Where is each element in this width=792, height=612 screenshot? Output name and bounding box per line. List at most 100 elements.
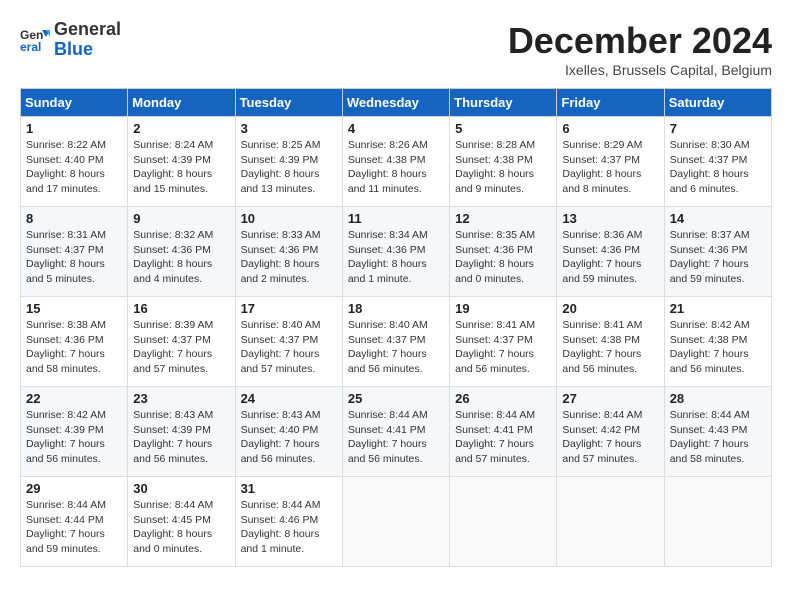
day-detail: Sunrise: 8:41 AMSunset: 4:38 PMDaylight:… [562, 318, 658, 377]
day-number: 9 [133, 211, 229, 226]
day-detail: Sunrise: 8:25 AMSunset: 4:39 PMDaylight:… [241, 138, 337, 197]
day-detail: Sunrise: 8:42 AMSunset: 4:38 PMDaylight:… [670, 318, 766, 377]
calendar-cell: 24 Sunrise: 8:43 AMSunset: 4:40 PMDayligh… [235, 387, 342, 477]
calendar-cell [342, 477, 449, 567]
day-number: 14 [670, 211, 766, 226]
day-detail: Sunrise: 8:26 AMSunset: 4:38 PMDaylight:… [348, 138, 444, 197]
day-detail: Sunrise: 8:31 AMSunset: 4:37 PMDaylight:… [26, 228, 122, 287]
day-number: 21 [670, 301, 766, 316]
calendar-cell: 5 Sunrise: 8:28 AMSunset: 4:38 PMDaylight… [450, 117, 557, 207]
day-number: 1 [26, 121, 122, 136]
calendar-cell: 23 Sunrise: 8:43 AMSunset: 4:39 PMDayligh… [128, 387, 235, 477]
calendar-cell [450, 477, 557, 567]
calendar-cell: 10 Sunrise: 8:33 AMSunset: 4:36 PMDayligh… [235, 207, 342, 297]
calendar-week-row: 22 Sunrise: 8:42 AMSunset: 4:39 PMDayligh… [21, 387, 772, 477]
calendar-week-row: 8 Sunrise: 8:31 AMSunset: 4:37 PMDaylight… [21, 207, 772, 297]
calendar-cell: 27Sunrise: 8:44 AMSunset: 4:42 PMDayligh… [557, 387, 664, 477]
calendar-cell: 26 Sunrise: 8:44 AMSunset: 4:41 PMDayligh… [450, 387, 557, 477]
calendar-cell: 1 Sunrise: 8:22 AMSunset: 4:40 PMDaylight… [21, 117, 128, 207]
day-detail: Sunrise: 8:43 AMSunset: 4:40 PMDaylight:… [241, 408, 337, 467]
calendar-cell: 30Sunrise: 8:44 AMSunset: 4:45 PMDayligh… [128, 477, 235, 567]
calendar-week-row: 1 Sunrise: 8:22 AMSunset: 4:40 PMDaylight… [21, 117, 772, 207]
day-number: 31 [241, 481, 337, 496]
calendar-cell: 8 Sunrise: 8:31 AMSunset: 4:37 PMDaylight… [21, 207, 128, 297]
day-detail: Sunrise: 8:43 AMSunset: 4:39 PMDaylight:… [133, 408, 229, 467]
day-of-week-header: Thursday [450, 89, 557, 117]
day-of-week-header: Saturday [664, 89, 771, 117]
day-detail: Sunrise: 8:38 AMSunset: 4:36 PMDaylight:… [26, 318, 122, 377]
calendar-cell: 31 Sunrise: 8:44 AMSunset: 4:46 PMDayligh… [235, 477, 342, 567]
logo-icon: Gen eral [20, 25, 50, 55]
calendar-cell: 9 Sunrise: 8:32 AMSunset: 4:36 PMDaylight… [128, 207, 235, 297]
day-detail: Sunrise: 8:44 AMSunset: 4:46 PMDaylight:… [241, 498, 337, 557]
day-number: 13 [562, 211, 658, 226]
day-detail: Sunrise: 8:44 AMSunset: 4:44 PMDaylight:… [26, 498, 122, 557]
calendar-cell: 22 Sunrise: 8:42 AMSunset: 4:39 PMDayligh… [21, 387, 128, 477]
day-detail: Sunrise: 8:22 AMSunset: 4:40 PMDaylight:… [26, 138, 122, 197]
day-detail: Sunrise: 8:37 AMSunset: 4:36 PMDaylight:… [670, 228, 766, 287]
day-number: 15 [26, 301, 122, 316]
calendar-header-row: SundayMondayTuesdayWednesdayThursdayFrid… [21, 89, 772, 117]
day-number: 6 [562, 121, 658, 136]
day-number: 22 [26, 391, 122, 406]
day-of-week-header: Friday [557, 89, 664, 117]
calendar-cell: 15 Sunrise: 8:38 AMSunset: 4:36 PMDayligh… [21, 297, 128, 387]
location: Ixelles, Brussels Capital, Belgium [508, 62, 772, 78]
calendar-cell: 3Sunrise: 8:25 AMSunset: 4:39 PMDaylight… [235, 117, 342, 207]
day-detail: Sunrise: 8:29 AMSunset: 4:37 PMDaylight:… [562, 138, 658, 197]
day-detail: Sunrise: 8:44 AMSunset: 4:45 PMDaylight:… [133, 498, 229, 557]
day-number: 26 [455, 391, 551, 406]
day-detail: Sunrise: 8:44 AMSunset: 4:41 PMDaylight:… [455, 408, 551, 467]
calendar-cell: 2 Sunrise: 8:24 AMSunset: 4:39 PMDaylight… [128, 117, 235, 207]
logo-blue: Blue [54, 39, 93, 59]
calendar-cell: 7 Sunrise: 8:30 AMSunset: 4:37 PMDaylight… [664, 117, 771, 207]
day-detail: Sunrise: 8:40 AMSunset: 4:37 PMDaylight:… [348, 318, 444, 377]
day-number: 17 [241, 301, 337, 316]
calendar-cell: 21 Sunrise: 8:42 AMSunset: 4:38 PMDayligh… [664, 297, 771, 387]
day-number: 20 [562, 301, 658, 316]
logo-general: General [54, 19, 121, 39]
day-number: 25 [348, 391, 444, 406]
calendar-cell: 20 Sunrise: 8:41 AMSunset: 4:38 PMDayligh… [557, 297, 664, 387]
calendar-cell: 12Sunrise: 8:35 AMSunset: 4:36 PMDayligh… [450, 207, 557, 297]
calendar-cell [557, 477, 664, 567]
day-number: 10 [241, 211, 337, 226]
calendar-cell: 25 Sunrise: 8:44 AMSunset: 4:41 PMDayligh… [342, 387, 449, 477]
day-number: 24 [241, 391, 337, 406]
day-of-week-header: Tuesday [235, 89, 342, 117]
day-number: 27 [562, 391, 658, 406]
day-detail: Sunrise: 8:39 AMSunset: 4:37 PMDaylight:… [133, 318, 229, 377]
calendar-cell: 19Sunrise: 8:41 AMSunset: 4:37 PMDayligh… [450, 297, 557, 387]
day-number: 5 [455, 121, 551, 136]
day-of-week-header: Monday [128, 89, 235, 117]
day-detail: Sunrise: 8:44 AMSunset: 4:41 PMDaylight:… [348, 408, 444, 467]
day-number: 8 [26, 211, 122, 226]
calendar-cell: 28Sunrise: 8:44 AMSunset: 4:43 PMDayligh… [664, 387, 771, 477]
calendar-cell: 13 Sunrise: 8:36 AMSunset: 4:36 PMDayligh… [557, 207, 664, 297]
calendar-cell [664, 477, 771, 567]
calendar-cell: 4Sunrise: 8:26 AMSunset: 4:38 PMDaylight… [342, 117, 449, 207]
day-number: 7 [670, 121, 766, 136]
day-number: 23 [133, 391, 229, 406]
day-number: 12 [455, 211, 551, 226]
svg-text:eral: eral [20, 40, 41, 54]
day-detail: Sunrise: 8:24 AMSunset: 4:39 PMDaylight:… [133, 138, 229, 197]
day-detail: Sunrise: 8:42 AMSunset: 4:39 PMDaylight:… [26, 408, 122, 467]
day-detail: Sunrise: 8:30 AMSunset: 4:37 PMDaylight:… [670, 138, 766, 197]
day-detail: Sunrise: 8:34 AMSunset: 4:36 PMDaylight:… [348, 228, 444, 287]
day-number: 18 [348, 301, 444, 316]
calendar-cell: 29Sunrise: 8:44 AMSunset: 4:44 PMDayligh… [21, 477, 128, 567]
day-of-week-header: Sunday [21, 89, 128, 117]
calendar-cell: 11Sunrise: 8:34 AMSunset: 4:36 PMDayligh… [342, 207, 449, 297]
day-detail: Sunrise: 8:32 AMSunset: 4:36 PMDaylight:… [133, 228, 229, 287]
day-number: 2 [133, 121, 229, 136]
calendar-table: SundayMondayTuesdayWednesdayThursdayFrid… [20, 88, 772, 567]
day-detail: Sunrise: 8:36 AMSunset: 4:36 PMDaylight:… [562, 228, 658, 287]
month-title: December 2024 [508, 20, 772, 62]
calendar-week-row: 15 Sunrise: 8:38 AMSunset: 4:36 PMDayligh… [21, 297, 772, 387]
day-number: 16 [133, 301, 229, 316]
calendar-cell: 6 Sunrise: 8:29 AMSunset: 4:37 PMDaylight… [557, 117, 664, 207]
day-detail: Sunrise: 8:28 AMSunset: 4:38 PMDaylight:… [455, 138, 551, 197]
calendar-cell: 14 Sunrise: 8:37 AMSunset: 4:36 PMDayligh… [664, 207, 771, 297]
day-detail: Sunrise: 8:33 AMSunset: 4:36 PMDaylight:… [241, 228, 337, 287]
